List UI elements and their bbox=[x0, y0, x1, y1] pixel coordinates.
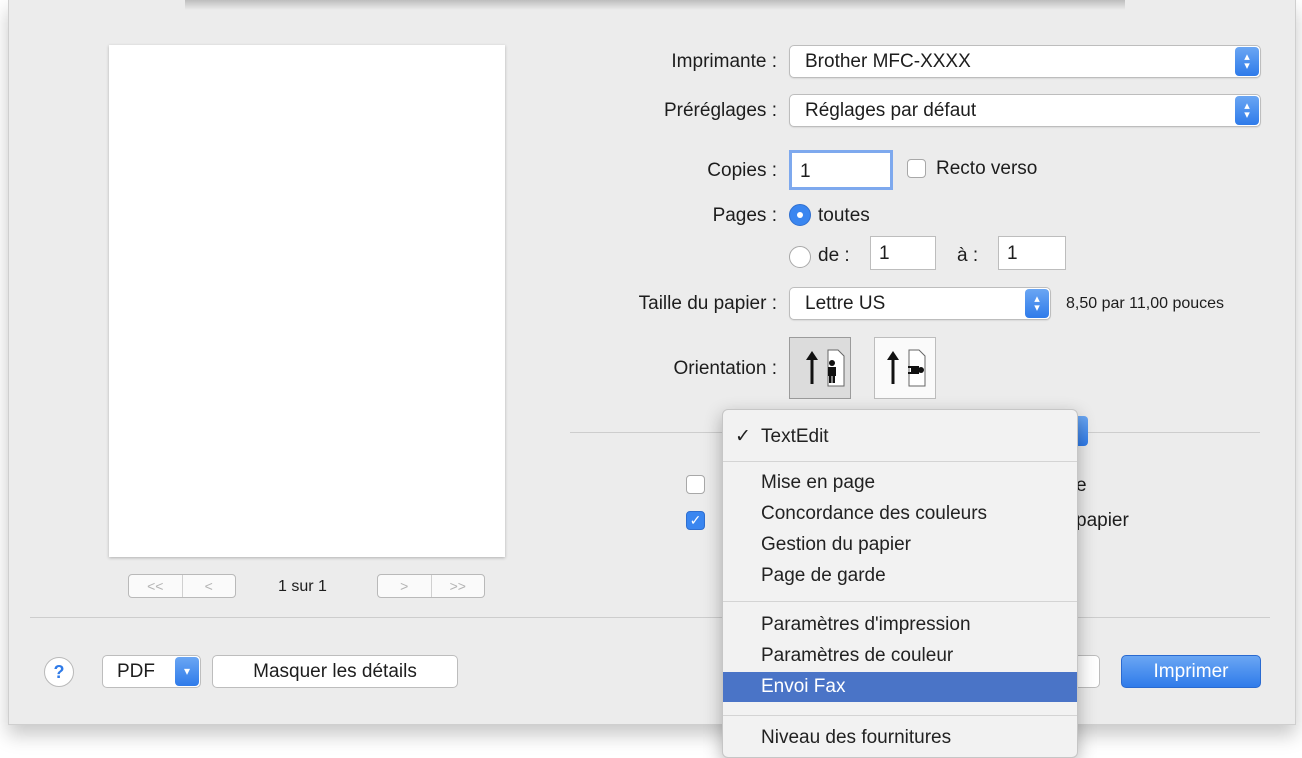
copies-field[interactable]: 1 bbox=[789, 150, 893, 190]
printer-select[interactable]: Brother MFC-XXXX ▴ ▾ bbox=[789, 45, 1261, 78]
next-page-button[interactable]: > bbox=[378, 575, 431, 597]
hide-details-button[interactable]: Masquer les détails bbox=[212, 655, 458, 688]
sheet-top-edge bbox=[185, 0, 1125, 10]
section-popup-menu: ✓ TextEdit Mise en page Concordance des … bbox=[722, 409, 1078, 758]
chevron-down-icon: ▾ bbox=[175, 657, 199, 686]
menu-item-cover-page[interactable]: Page de garde bbox=[723, 561, 1077, 591]
menu-item-supply-levels[interactable]: Niveau des fournitures bbox=[723, 723, 1077, 753]
pdf-label: PDF bbox=[117, 661, 155, 682]
menu-separator bbox=[723, 461, 1077, 462]
checkmark-icon: ✓ bbox=[735, 426, 751, 447]
paper-size-label: Taille du papier : bbox=[638, 293, 777, 314]
updown-arrows-icon: ▴ ▾ bbox=[1235, 96, 1259, 125]
bottom-divider bbox=[30, 617, 1270, 618]
pager-forward-buttons: > >> bbox=[377, 574, 485, 598]
menu-item-page-setup[interactable]: Mise en page bbox=[723, 468, 1077, 498]
copies-label: Copies : bbox=[707, 160, 777, 181]
landscape-icon bbox=[887, 349, 926, 387]
pdf-menu-button[interactable]: PDF ▾ bbox=[102, 655, 201, 688]
page-indicator: 1 sur 1 bbox=[278, 578, 327, 595]
duplex-checkbox[interactable] bbox=[907, 159, 926, 178]
option-checkbox-2[interactable]: ✓ bbox=[686, 511, 705, 530]
copies-value: 1 bbox=[800, 161, 811, 182]
menu-item-paper-handling[interactable]: Gestion du papier bbox=[723, 530, 1077, 560]
paper-dimensions: 8,50 par 11,00 pouces bbox=[1066, 295, 1225, 312]
pages-from-value: 1 bbox=[879, 243, 890, 264]
paper-size-value: Lettre US bbox=[805, 293, 886, 314]
menu-separator bbox=[723, 601, 1077, 602]
pages-to-value: 1 bbox=[1007, 243, 1018, 264]
last-page-button[interactable]: >> bbox=[430, 575, 485, 597]
pages-all-radio[interactable] bbox=[789, 204, 811, 226]
help-button[interactable]: ? bbox=[44, 657, 74, 687]
menu-separator bbox=[723, 715, 1077, 716]
option-checkbox-1[interactable] bbox=[686, 475, 705, 494]
page-preview bbox=[109, 45, 505, 557]
pages-to-label: à : bbox=[957, 245, 979, 266]
pages-from-field[interactable]: 1 bbox=[870, 236, 936, 270]
menu-item-label: TextEdit bbox=[761, 426, 829, 447]
pages-range-radio[interactable] bbox=[789, 246, 811, 268]
presets-label: Préréglages : bbox=[663, 100, 777, 121]
menu-item-print-settings[interactable]: Paramètres d'impression bbox=[723, 610, 1077, 640]
first-page-button[interactable]: << bbox=[129, 575, 182, 597]
updown-arrows-icon: ▴ ▾ bbox=[1235, 47, 1259, 76]
pages-all-label: toutes bbox=[818, 205, 870, 226]
option-label-2-tail: papier bbox=[1076, 510, 1129, 531]
paper-size-select[interactable]: Lettre US ▴ ▾ bbox=[789, 287, 1051, 320]
updown-arrows-icon: ▴ ▾ bbox=[1025, 289, 1049, 318]
landscape-orientation-button[interactable] bbox=[874, 337, 936, 399]
presets-select[interactable]: Réglages par défaut ▴ ▾ bbox=[789, 94, 1261, 127]
menu-item-color-matching[interactable]: Concordance des couleurs bbox=[723, 499, 1077, 529]
pages-label: Pages : bbox=[712, 205, 777, 226]
pages-to-field[interactable]: 1 bbox=[998, 236, 1066, 270]
menu-item-textedit[interactable]: ✓ TextEdit bbox=[723, 422, 1077, 452]
pages-from-label: de : bbox=[818, 245, 850, 266]
pager-back-buttons: << < bbox=[128, 574, 236, 598]
menu-item-color-settings[interactable]: Paramètres de couleur bbox=[723, 641, 1077, 671]
print-button[interactable]: Imprimer bbox=[1121, 655, 1261, 688]
menu-item-send-fax[interactable]: Envoi Fax bbox=[723, 672, 1077, 702]
printer-label: Imprimante : bbox=[671, 51, 777, 72]
portrait-orientation-button[interactable] bbox=[789, 337, 851, 399]
portrait-icon bbox=[806, 349, 845, 387]
presets-value: Réglages par défaut bbox=[805, 100, 977, 121]
prev-page-button[interactable]: < bbox=[181, 575, 236, 597]
printer-value: Brother MFC-XXXX bbox=[805, 51, 971, 72]
duplex-label: Recto verso bbox=[936, 158, 1038, 179]
orientation-label: Orientation : bbox=[673, 358, 778, 379]
